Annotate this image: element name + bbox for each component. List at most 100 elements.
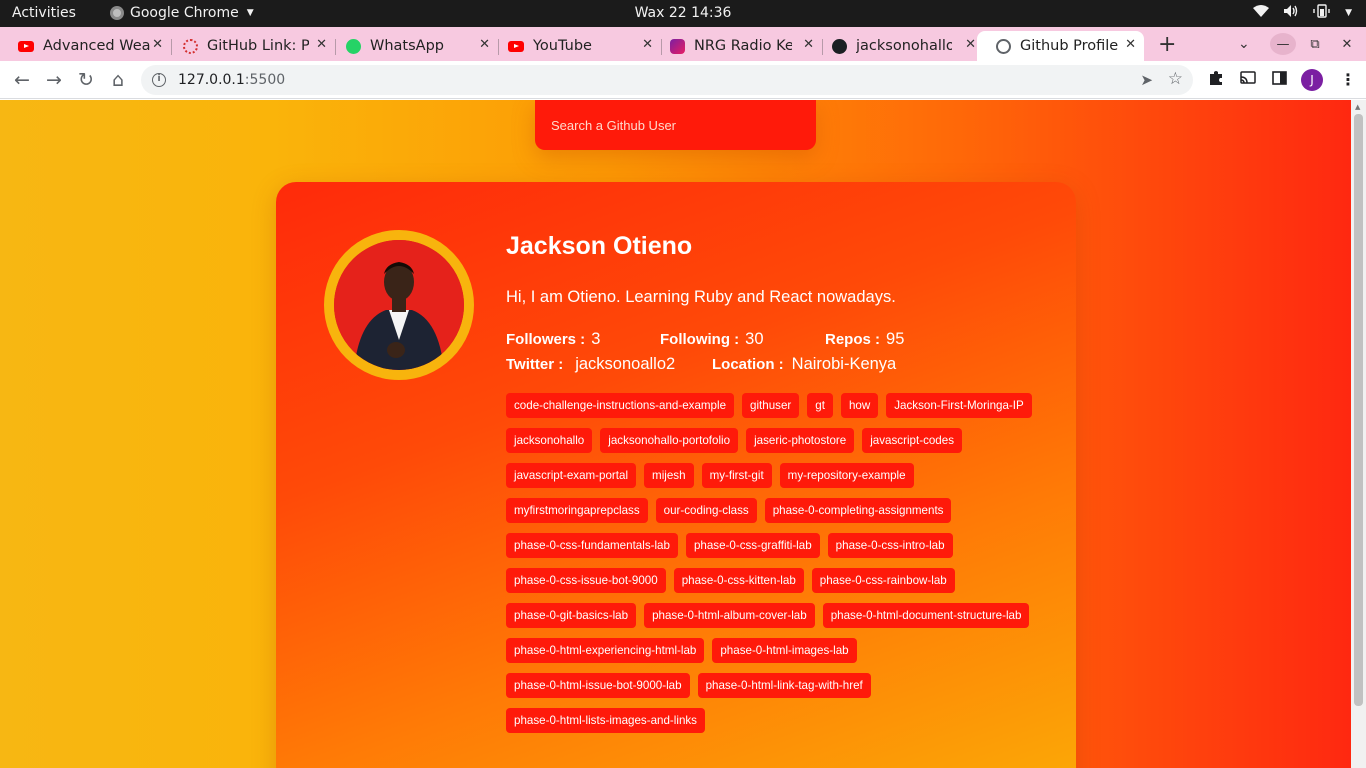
minimize-window-icon[interactable]: — [1270, 33, 1296, 55]
system-menu-caret-icon: ▼ [1345, 8, 1352, 18]
repo-link[interactable]: phase-0-html-document-structure-lab [822, 603, 1030, 628]
site-info-icon[interactable]: i [152, 73, 166, 87]
tab-search-chevron-icon[interactable]: ⌄ [1238, 36, 1250, 52]
close-tab-icon[interactable]: ✕ [965, 37, 976, 52]
caret-down-icon: ▼ [246, 8, 254, 18]
repo-link[interactable]: my-repository-example [779, 463, 914, 488]
repo-link[interactable]: javascript-codes [862, 428, 963, 453]
repo-link[interactable]: phase-0-css-fundamentals-lab [506, 533, 678, 558]
repo-link[interactable]: phase-0-completing-assignments [764, 498, 952, 523]
twitter-handle: jacksonoallo2 [575, 355, 676, 373]
github-user-search-input[interactable] [535, 100, 816, 150]
extensions-puzzle-icon[interactable] [1208, 70, 1224, 90]
repo-link[interactable]: jacksonohallo-portofolio [600, 428, 739, 453]
address-bar[interactable]: i 127.0.0.1:5500 ➤ ☆ [141, 65, 1193, 95]
page-scrollbar[interactable]: ▲ [1351, 100, 1366, 768]
side-panel-icon[interactable] [1272, 70, 1287, 89]
profile-bio: Hi, I am Otieno. Learning Ruby and React… [506, 288, 896, 306]
home-icon[interactable]: ⌂ [107, 69, 129, 91]
scrollbar-thumb[interactable] [1354, 114, 1363, 706]
repo-link[interactable]: code-challenge-instructions-and-example [506, 393, 735, 418]
tab-jacksonohallo[interactable]: jacksonohallo/ ✕ [813, 31, 984, 61]
volume-icon [1283, 4, 1299, 22]
close-tab-icon[interactable]: ✕ [152, 37, 163, 52]
repo-link[interactable]: phase-0-css-intro-lab [827, 533, 953, 558]
tab-title: NRG Radio Ker [694, 38, 792, 54]
url-host: 127.0.0.1 [178, 72, 245, 88]
tab-nrg-radio[interactable]: NRG Radio Ker ✕ [651, 31, 823, 61]
user-avatar-image [324, 230, 474, 380]
tab-title: Advanced Wea [43, 38, 151, 54]
location-stat: Location : Nairobi-Kenya [712, 355, 896, 374]
followers-label: Followers : [506, 331, 586, 348]
repo-link[interactable]: phase-0-css-issue-bot-9000 [506, 568, 666, 593]
close-tab-icon[interactable]: ✕ [479, 37, 490, 52]
system-top-bar: Activities Google Chrome ▼ Wax 22 14:36 … [0, 0, 1366, 27]
tab-youtube[interactable]: YouTube ✕ [490, 31, 662, 61]
tab-github-link[interactable]: GitHub Link: P ✕ [164, 31, 336, 61]
close-tab-icon[interactable]: ✕ [316, 37, 327, 52]
repo-link[interactable]: myfirstmoringaprepclass [506, 498, 648, 523]
system-tray[interactable]: ▼ [1253, 4, 1352, 22]
location-value: Nairobi-Kenya [791, 355, 897, 373]
repo-link[interactable]: Jackson-First-Moringa-IP [886, 393, 1032, 418]
repo-link[interactable]: phase-0-css-rainbow-lab [811, 568, 955, 593]
repo-link[interactable]: phase-0-html-album-cover-lab [644, 603, 815, 628]
repo-link[interactable]: phase-0-git-basics-lab [506, 603, 637, 628]
page-viewport: Jackson Otieno Hi, I am Otieno. Learning… [0, 100, 1351, 768]
reload-icon[interactable]: ↻ [75, 69, 97, 91]
browser-toolbar: ← → ↻ ⌂ i 127.0.0.1:5500 ➤ ☆ J ⋮ [0, 61, 1366, 99]
forward-arrow-icon[interactable]: → [43, 69, 65, 91]
twitter-stat: Twitter : jacksonoallo2 [506, 355, 675, 374]
tab-title: WhatsApp [370, 38, 444, 54]
profile-avatar[interactable]: J [1301, 69, 1323, 91]
tab-title: Github Profile [1020, 38, 1119, 54]
send-page-icon[interactable]: ➤ [1140, 71, 1153, 89]
following-label: Following : [660, 331, 740, 348]
ring-icon [182, 38, 198, 54]
repo-link[interactable]: jaseric-photostore [746, 428, 855, 453]
close-tab-icon[interactable]: ✕ [1125, 37, 1136, 52]
activities-button[interactable]: Activities [12, 5, 76, 21]
followers-stat: Followers : 3 [506, 330, 600, 349]
repo-link[interactable]: mijesh [644, 463, 694, 488]
repo-link[interactable]: phase-0-html-link-tag-with-href [697, 673, 871, 698]
tab-title: YouTube [533, 38, 592, 54]
chrome-icon [110, 6, 124, 20]
maximize-window-icon[interactable]: ⧉ [1302, 33, 1328, 55]
repo-link[interactable]: jacksonohallo [506, 428, 593, 453]
tab-title: GitHub Link: P [207, 38, 309, 54]
close-window-icon[interactable]: ✕ [1334, 33, 1360, 55]
bookmark-star-icon[interactable]: ☆ [1168, 69, 1183, 89]
youtube-icon [18, 38, 34, 54]
tab-advanced-weather[interactable]: Advanced Wea ✕ [0, 31, 172, 61]
repo-link[interactable]: phase-0-css-graffiti-lab [685, 533, 820, 558]
scroll-up-arrow-icon[interactable]: ▲ [1355, 103, 1360, 111]
repo-link[interactable]: phase-0-html-lists-images-and-links [506, 708, 705, 733]
repos-stat: Repos : 95 [825, 330, 904, 349]
profile-card: Jackson Otieno Hi, I am Otieno. Learning… [276, 182, 1076, 768]
back-arrow-icon[interactable]: ← [11, 69, 33, 91]
github-icon [831, 38, 847, 54]
wifi-icon [1253, 4, 1270, 22]
more-menu-icon[interactable]: ⋮ [1340, 70, 1356, 89]
repo-link[interactable]: phase-0-html-experiencing-html-lab [506, 638, 705, 663]
repo-link[interactable]: how [840, 393, 879, 418]
repo-list: code-challenge-instructions-and-example g… [506, 393, 1046, 733]
app-menu[interactable]: Google Chrome ▼ [110, 5, 254, 21]
tab-github-profile[interactable]: Github Profile ✕ [977, 31, 1144, 61]
repo-link[interactable]: javascript-exam-portal [506, 463, 637, 488]
new-tab-plus-icon[interactable]: + [1158, 32, 1176, 57]
cast-icon[interactable] [1240, 70, 1256, 89]
url-text[interactable]: 127.0.0.1:5500 [178, 72, 285, 88]
following-count: 30 [745, 330, 764, 348]
repo-link[interactable]: phase-0-html-images-lab [712, 638, 857, 663]
repo-link[interactable]: githuser [742, 393, 800, 418]
repo-link[interactable]: my-first-git [701, 463, 772, 488]
repo-link[interactable]: phase-0-css-kitten-lab [673, 568, 804, 593]
youtube-icon [508, 38, 524, 54]
tab-whatsapp[interactable]: WhatsApp ✕ [327, 31, 499, 61]
repo-link[interactable]: phase-0-html-issue-bot-9000-lab [506, 673, 690, 698]
repo-link[interactable]: gt [807, 393, 833, 418]
repo-link[interactable]: our-coding-class [655, 498, 757, 523]
